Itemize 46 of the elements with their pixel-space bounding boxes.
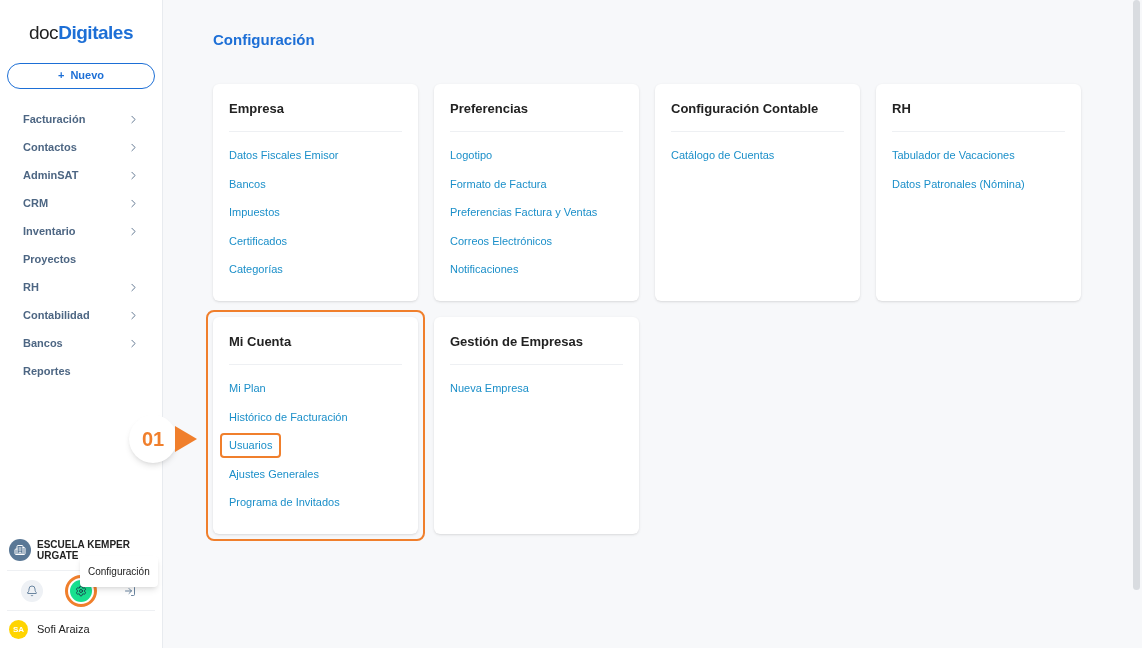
settings-link[interactable]: Certificados	[229, 231, 288, 250]
sidebar-item[interactable]: Reportes	[0, 357, 162, 386]
settings-link[interactable]: Logotipo	[450, 146, 493, 165]
card-title: RH	[892, 98, 1065, 132]
sidebar-item[interactable]: Contabilidad	[0, 301, 162, 330]
settings-link[interactable]: Datos Patronales (Nómina)	[892, 174, 1025, 193]
settings-link[interactable]: Impuestos	[229, 203, 280, 222]
arrow-icon	[175, 425, 197, 452]
sidebar-item[interactable]: Contactos	[0, 133, 162, 162]
settings-link[interactable]: Categorías	[229, 260, 283, 279]
logout-icon	[124, 584, 137, 597]
settings-link[interactable]: Catálogo de Cuentas	[671, 146, 775, 165]
page-title: Configuración	[213, 30, 316, 50]
settings-link[interactable]: Tabulador de Vacaciones	[892, 146, 1015, 165]
settings-link[interactable]: Preferencias Factura y Ventas	[450, 203, 598, 222]
bell-button[interactable]	[20, 579, 43, 602]
settings-icon	[75, 584, 87, 597]
sidebar-item[interactable]: AdminSAT	[0, 161, 162, 190]
card-title: Preferencias	[450, 98, 623, 132]
settings-link[interactable]: Datos Fiscales Emisor	[229, 146, 339, 165]
sidebar-item[interactable]: Inventario	[0, 217, 162, 246]
sidebar-item[interactable]: Proyectos	[0, 245, 162, 274]
settings-link[interactable]: Usuarios	[220, 433, 282, 458]
card-title: Empresa	[229, 98, 402, 132]
card-title: Mi Cuenta	[229, 331, 402, 365]
sidebar-item[interactable]: CRM	[0, 189, 162, 218]
tooltip: Configuración	[80, 556, 158, 587]
user-avatar: SA	[9, 620, 28, 639]
user-name: Sofi Araiza	[37, 622, 90, 638]
building-icon	[14, 544, 26, 556]
sidebar-item[interactable]: Facturación	[0, 105, 162, 134]
sidebar-item[interactable]: RH	[0, 273, 162, 302]
settings-link[interactable]: Ajustes Generales	[229, 464, 319, 483]
settings-link[interactable]: Formato de Factura	[450, 174, 547, 193]
card-title: Gestión de Empresas	[450, 331, 623, 365]
logo: docDigitales	[27, 21, 135, 45]
settings-link[interactable]: Correos Electrónicos	[450, 231, 553, 250]
bell-icon	[25, 584, 38, 597]
settings-link[interactable]: Histórico de Facturación	[229, 407, 348, 426]
settings-link[interactable]: Nueva Empresa	[450, 379, 529, 398]
settings-link[interactable]: Programa de Invitados	[229, 493, 340, 512]
settings-link[interactable]: Bancos	[229, 174, 266, 193]
sidebar-item[interactable]: Bancos	[0, 329, 162, 358]
settings-link[interactable]: Notificaciones	[450, 260, 519, 279]
settings-link[interactable]: Mi Plan	[229, 379, 266, 398]
card-title: Configuración Contable	[671, 98, 844, 132]
